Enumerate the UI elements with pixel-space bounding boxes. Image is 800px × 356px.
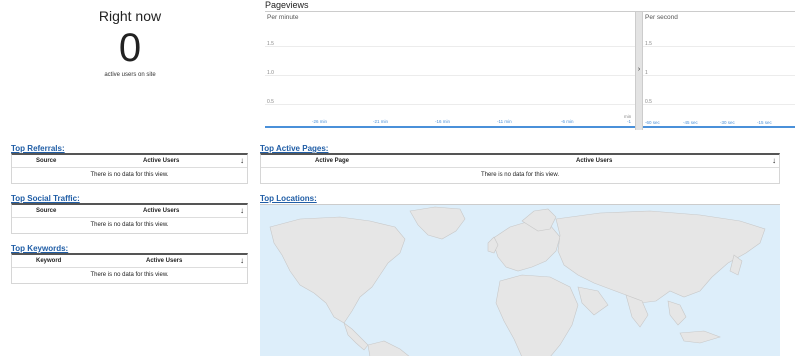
per-minute-series-line	[265, 126, 635, 128]
sort-arrow-icon[interactable]: ↓	[240, 206, 244, 215]
x-tick-label: -11 min	[497, 119, 512, 124]
x-tick-label: -1	[627, 119, 632, 124]
world-map[interactable]	[260, 204, 780, 356]
top-keywords-table: Keyword Active Users ↓ There is no data …	[11, 253, 248, 284]
empty-message: There is no data for this view.	[90, 222, 169, 228]
x-tick-label: -60 sec	[645, 120, 660, 125]
active-users-label: active users on site	[104, 72, 156, 78]
y-tick-label: 0.5	[267, 99, 274, 105]
empty-message: There is no data for this view.	[90, 272, 169, 278]
map-region	[343, 322, 369, 351]
x-tick-label: -45 sec	[683, 120, 698, 125]
pageviews-chart: Per minute 1.5 1.0 0.5 -26 min -21 min -…	[265, 11, 795, 130]
gridline	[643, 75, 795, 76]
x-tick-label: -26 min	[312, 119, 328, 124]
column-header-active-users[interactable]: Active Users	[146, 258, 182, 264]
column-header-active-users[interactable]: Active Users	[143, 208, 179, 214]
map-region	[269, 216, 406, 324]
gridline	[643, 104, 795, 105]
top-referrals-title[interactable]: Top Referrals:	[11, 144, 65, 153]
per-second-panel: Per second 1.5 1 0.5 -60 sec -45 sec -30…	[643, 12, 795, 130]
pageviews-title: Pageviews	[265, 0, 309, 10]
x-tick-label: -6 min	[561, 119, 574, 124]
world-map-svg	[269, 206, 766, 356]
gridline	[265, 104, 635, 105]
table-header: Keyword Active Users ↓	[12, 255, 247, 268]
active-users-count: 0	[118, 26, 142, 70]
per-minute-label: Per minute	[267, 14, 299, 21]
top-referrals-table: Source Active Users ↓ There is no data f…	[11, 153, 248, 184]
column-header-source[interactable]: Source	[36, 208, 56, 214]
sort-arrow-icon[interactable]: ↓	[772, 156, 776, 165]
gridline	[265, 46, 635, 47]
chevron-right-icon[interactable]: ›	[636, 66, 642, 73]
y-tick-label: 1.0	[267, 70, 274, 76]
right-now-title: Right now	[98, 8, 162, 24]
per-second-series-line	[643, 126, 795, 128]
y-tick-label: 1.5	[267, 41, 274, 47]
map-region	[367, 340, 410, 356]
top-keywords-title[interactable]: Top Keywords:	[11, 244, 68, 253]
column-header-active-users[interactable]: Active Users	[143, 158, 179, 164]
map-region	[409, 206, 466, 240]
column-header-active-users[interactable]: Active Users	[576, 158, 612, 164]
x-tick-label: -16 min	[435, 119, 451, 124]
x-tick-label: -21 min	[373, 119, 389, 124]
top-active-pages-title[interactable]: Top Active Pages:	[260, 144, 328, 153]
map-region	[679, 330, 721, 344]
x-tick-label: -15 sec	[757, 120, 772, 125]
y-tick-label: 0.5	[645, 99, 652, 105]
column-header-source[interactable]: Source	[36, 158, 56, 164]
map-region	[495, 274, 579, 356]
sort-arrow-icon[interactable]: ↓	[240, 256, 244, 265]
table-header: Active Page Active Users ↓	[261, 155, 779, 168]
top-locations-title[interactable]: Top Locations:	[260, 194, 317, 203]
gridline	[265, 75, 635, 76]
column-header-active-page[interactable]: Active Page	[315, 158, 349, 164]
empty-message: There is no data for this view.	[90, 172, 169, 178]
per-minute-panel: Per minute 1.5 1.0 0.5 -26 min -21 min -…	[265, 12, 635, 130]
top-social-traffic-table: Source Active Users ↓ There is no data f…	[11, 203, 248, 234]
x-tick-label: -30 sec	[720, 120, 735, 125]
map-region	[667, 300, 687, 326]
empty-message: There is no data for this view.	[480, 172, 560, 178]
table-header: Source Active Users ↓	[12, 155, 247, 168]
map-region	[577, 286, 609, 316]
sort-arrow-icon[interactable]: ↓	[240, 156, 244, 165]
top-active-pages-table: Active Page Active Users ↓ There is no d…	[260, 153, 780, 184]
y-tick-label: 1	[645, 70, 648, 76]
right-now-widget: Right now 0 active users on site	[60, 6, 200, 78]
y-tick-label: 1.5	[645, 41, 652, 47]
gridline	[643, 46, 795, 47]
table-header: Source Active Users ↓	[12, 205, 247, 218]
per-second-label: Per second	[645, 14, 678, 21]
column-header-keyword[interactable]: Keyword	[36, 258, 61, 264]
top-social-traffic-title[interactable]: Top Social Traffic:	[11, 194, 80, 203]
